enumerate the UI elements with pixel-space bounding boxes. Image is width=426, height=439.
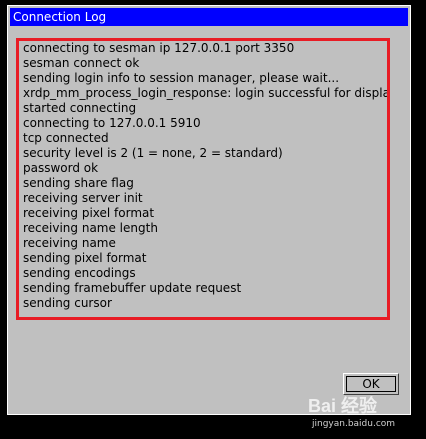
log-line: tcp connected (23, 131, 109, 145)
log-line: password ok (23, 161, 99, 175)
log-line: connecting to 127.0.0.1 5910 (23, 116, 201, 130)
connection-log-window: Connection Log connecting to sesman ip 1… (7, 5, 411, 415)
log-line: sending framebuffer update request (23, 281, 242, 295)
log-line: started connecting (23, 101, 137, 115)
log-line: receiving name (23, 236, 116, 250)
log-line: receiving pixel format (23, 206, 155, 220)
log-line: connecting to sesman ip 127.0.0.1 port 3… (23, 41, 295, 55)
log-line: sesman connect ok (23, 56, 140, 70)
ok-button-label: OK (346, 376, 396, 392)
log-line: sending cursor (23, 296, 112, 310)
baidu-jingyan-watermark: Bai 经验 jingyan.baidu.com (308, 392, 423, 436)
log-line: receiving server init (23, 191, 143, 205)
log-line: security level is 2 (1 = none, 2 = stand… (23, 146, 283, 160)
log-line: sending login info to session manager, p… (23, 71, 340, 85)
window-title[interactable]: Connection Log (10, 8, 408, 26)
log-line: xrdp_mm_process_login_response: login su… (23, 86, 390, 100)
log-line: sending encodings (23, 266, 136, 280)
watermark-logo: Bai 经验 (308, 396, 378, 416)
watermark-url: jingyan.baidu.com (312, 419, 396, 429)
log-line: sending share flag (23, 176, 134, 190)
log-line: receiving name length (23, 221, 158, 235)
log-line: sending pixel format (23, 251, 147, 265)
connection-log-panel: connecting to sesman ip 127.0.0.1 port 3… (16, 38, 390, 320)
log-lines: connecting to sesman ip 127.0.0.1 port 3… (23, 41, 390, 311)
